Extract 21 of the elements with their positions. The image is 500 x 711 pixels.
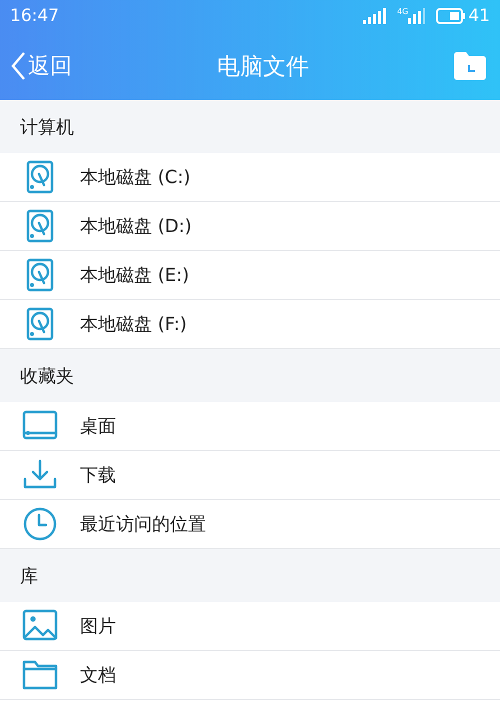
- section-header: 库: [0, 549, 500, 602]
- page-title: 电脑文件: [217, 52, 309, 82]
- item-label: 下载: [80, 464, 116, 487]
- battery-level: 41: [468, 6, 490, 26]
- item-label: 图片: [80, 615, 116, 638]
- status-time: 16:47: [10, 6, 59, 26]
- battery-icon: [436, 8, 466, 24]
- item-label: 本地磁盘 (F:): [80, 313, 187, 336]
- item-label: 本地磁盘 (D:): [80, 215, 192, 238]
- item-label: 最近访问的位置: [80, 513, 206, 536]
- signal-icon: [408, 8, 426, 24]
- folder-icon[interactable]: [454, 52, 486, 80]
- item-label: 文档: [80, 664, 116, 687]
- item-label: 桌面: [80, 415, 116, 438]
- item-label: 本地磁盘 (E:): [80, 264, 190, 287]
- section-header: 收藏夹: [0, 349, 500, 402]
- signal-icon: [363, 8, 388, 24]
- network-label: 4G: [397, 8, 408, 16]
- section-header: 计算机: [0, 100, 500, 153]
- item-label: 本地磁盘 (C:): [80, 166, 190, 189]
- clock-icon: [22, 506, 58, 542]
